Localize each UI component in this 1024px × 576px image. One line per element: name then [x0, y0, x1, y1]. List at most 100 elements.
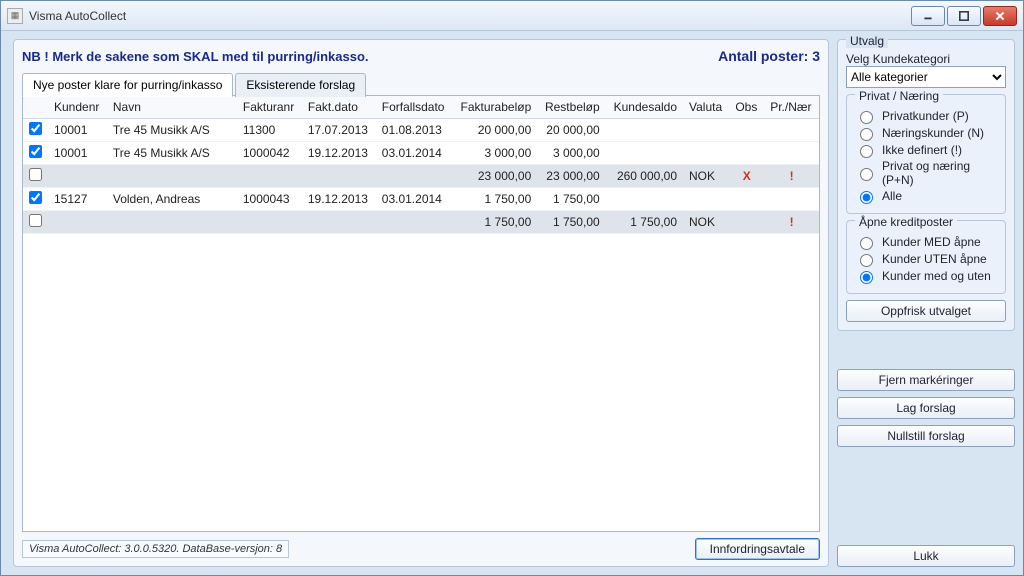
- table-row[interactable]: 10001Tre 45 Musikk A/S1130017.07.201301.…: [23, 119, 819, 142]
- col-navn[interactable]: Navn: [107, 96, 237, 119]
- cell-kundenr: [48, 165, 107, 188]
- cell-kundesaldo: [606, 142, 683, 165]
- col-valuta[interactable]: Valuta: [683, 96, 729, 119]
- cell-valuta: [683, 119, 729, 142]
- lag-forslag-button[interactable]: Lag forslag: [837, 397, 1015, 419]
- radio-ikke-definert[interactable]: Ikke definert (!): [855, 142, 997, 158]
- velg-kundekategori-label: Velg Kundekategori: [846, 52, 1006, 66]
- cell-restbelop: 1 750,00: [537, 211, 605, 234]
- radio-privatkunder[interactable]: Privatkunder (P): [855, 108, 997, 124]
- cell-fakturanr: 1000042: [237, 142, 302, 165]
- cell-fakturanr: 1000043: [237, 188, 302, 211]
- table-row[interactable]: 1 750,001 750,001 750,00NOK!: [23, 211, 819, 234]
- cell-faktdato: 19.12.2013: [302, 142, 376, 165]
- cell-forfallsdato: 03.01.2014: [376, 188, 453, 211]
- titlebar: ▦ Visma AutoCollect: [1, 1, 1023, 31]
- col-kundenr[interactable]: Kundenr: [48, 96, 107, 119]
- tab-nye-poster[interactable]: Nye poster klare for purring/inkasso: [22, 73, 233, 97]
- cell-kundenr: 10001: [48, 119, 107, 142]
- tab-bar: Nye poster klare for purring/inkasso Eks…: [22, 72, 820, 96]
- table-row[interactable]: 23 000,0023 000,00260 000,00NOKX!: [23, 165, 819, 188]
- utvalg-group: Utvalg Velg Kundekategori Alle kategorie…: [837, 39, 1015, 331]
- cell-fakturabelop: 1 750,00: [452, 188, 537, 211]
- cell-navn: [107, 165, 237, 188]
- cell-forfallsdato: 01.08.2013: [376, 119, 453, 142]
- cell-prnaer: !: [764, 165, 819, 188]
- table-container: Kundenr Navn Fakturanr Fakt.dato Forfall…: [22, 95, 820, 532]
- col-fakturanr[interactable]: Fakturanr: [237, 96, 302, 119]
- cell-kundenr: 15127: [48, 188, 107, 211]
- radio-alle[interactable]: Alle: [855, 188, 997, 204]
- table-row[interactable]: 10001Tre 45 Musikk A/S100004219.12.20130…: [23, 142, 819, 165]
- kreditposter-group: Åpne kreditposter Kunder MED åpne Kunder…: [846, 220, 1006, 294]
- cell-navn: Tre 45 Musikk A/S: [107, 119, 237, 142]
- cell-restbelop: 20 000,00: [537, 119, 605, 142]
- cell-fakturanr: [237, 211, 302, 234]
- cell-faktdato: 19.12.2013: [302, 188, 376, 211]
- cell-restbelop: 1 750,00: [537, 188, 605, 211]
- minimize-button[interactable]: [911, 6, 945, 26]
- radio-kunder-med-apne[interactable]: Kunder MED åpne: [855, 234, 997, 250]
- innfordringsavtale-button[interactable]: Innfordringsavtale: [695, 538, 820, 560]
- cell-navn: Volden, Andreas: [107, 188, 237, 211]
- cell-faktdato: [302, 165, 376, 188]
- nullstill-forslag-button[interactable]: Nullstill forslag: [837, 425, 1015, 447]
- col-prnaer[interactable]: Pr./Nær: [764, 96, 819, 119]
- cell-fakturanr: [237, 165, 302, 188]
- side-panel: Utvalg Velg Kundekategori Alle kategorie…: [837, 39, 1015, 567]
- radio-kunder-uten-apne[interactable]: Kunder UTEN åpne: [855, 251, 997, 267]
- cell-forfallsdato: [376, 211, 453, 234]
- cell-fakturabelop: 23 000,00: [452, 165, 537, 188]
- app-icon: ▦: [7, 8, 23, 24]
- cell-fakturabelop: 3 000,00: [452, 142, 537, 165]
- cell-prnaer: [764, 188, 819, 211]
- row-checkbox[interactable]: [29, 145, 42, 158]
- tab-eksisterende[interactable]: Eksisterende forslag: [235, 73, 366, 97]
- cell-valuta: [683, 142, 729, 165]
- privat-naering-title: Privat / Næring: [855, 89, 943, 103]
- utvalg-title: Utvalg: [846, 34, 888, 48]
- cell-kundenr: [48, 211, 107, 234]
- cell-faktdato: [302, 211, 376, 234]
- table-row[interactable]: 15127Volden, Andreas100004319.12.201303.…: [23, 188, 819, 211]
- app-window: ▦ Visma AutoCollect NB ! Merk de sakene …: [0, 0, 1024, 576]
- col-obs[interactable]: Obs: [729, 96, 764, 119]
- cell-forfallsdato: [376, 165, 453, 188]
- cell-fakturabelop: 1 750,00: [452, 211, 537, 234]
- cell-fakturanr: 11300: [237, 119, 302, 142]
- maximize-button[interactable]: [947, 6, 981, 26]
- cell-kundesaldo: 260 000,00: [606, 165, 683, 188]
- col-fakturabelop[interactable]: Fakturabeløp: [452, 96, 537, 119]
- radio-kunder-med-og-uten[interactable]: Kunder med og uten: [855, 268, 997, 284]
- fjern-markeringer-button[interactable]: Fjern markéringer: [837, 369, 1015, 391]
- row-checkbox[interactable]: [29, 168, 42, 181]
- col-kundesaldo[interactable]: Kundesaldo: [606, 96, 683, 119]
- row-checkbox[interactable]: [29, 122, 42, 135]
- radio-privat-og-naering[interactable]: Privat og næring (P+N): [855, 159, 997, 187]
- posts-table: Kundenr Navn Fakturanr Fakt.dato Forfall…: [23, 96, 819, 234]
- cell-fakturabelop: 20 000,00: [452, 119, 537, 142]
- main-panel: NB ! Merk de sakene som SKAL med til pur…: [13, 39, 829, 567]
- col-forfallsdato[interactable]: Forfallsdato: [376, 96, 453, 119]
- cell-kundesaldo: [606, 188, 683, 211]
- cell-obs: X: [729, 165, 764, 188]
- col-restbelop[interactable]: Restbeløp: [537, 96, 605, 119]
- lukk-button[interactable]: Lukk: [837, 545, 1015, 567]
- cell-kundesaldo: 1 750,00: [606, 211, 683, 234]
- cell-obs: [729, 211, 764, 234]
- kundekategori-select[interactable]: Alle kategorier: [846, 66, 1006, 88]
- instruction-text: NB ! Merk de sakene som SKAL med til pur…: [22, 49, 369, 64]
- post-count: Antall poster: 3: [718, 48, 820, 64]
- col-faktdato[interactable]: Fakt.dato: [302, 96, 376, 119]
- close-button[interactable]: [983, 6, 1017, 26]
- radio-naeringskunder[interactable]: Næringskunder (N): [855, 125, 997, 141]
- row-checkbox[interactable]: [29, 191, 42, 204]
- cell-navn: [107, 211, 237, 234]
- oppfrisk-button[interactable]: Oppfrisk utvalget: [846, 300, 1006, 322]
- row-checkbox[interactable]: [29, 214, 42, 227]
- cell-valuta: [683, 188, 729, 211]
- cell-prnaer: [764, 142, 819, 165]
- cell-forfallsdato: 03.01.2014: [376, 142, 453, 165]
- cell-prnaer: [764, 119, 819, 142]
- cell-obs: [729, 188, 764, 211]
